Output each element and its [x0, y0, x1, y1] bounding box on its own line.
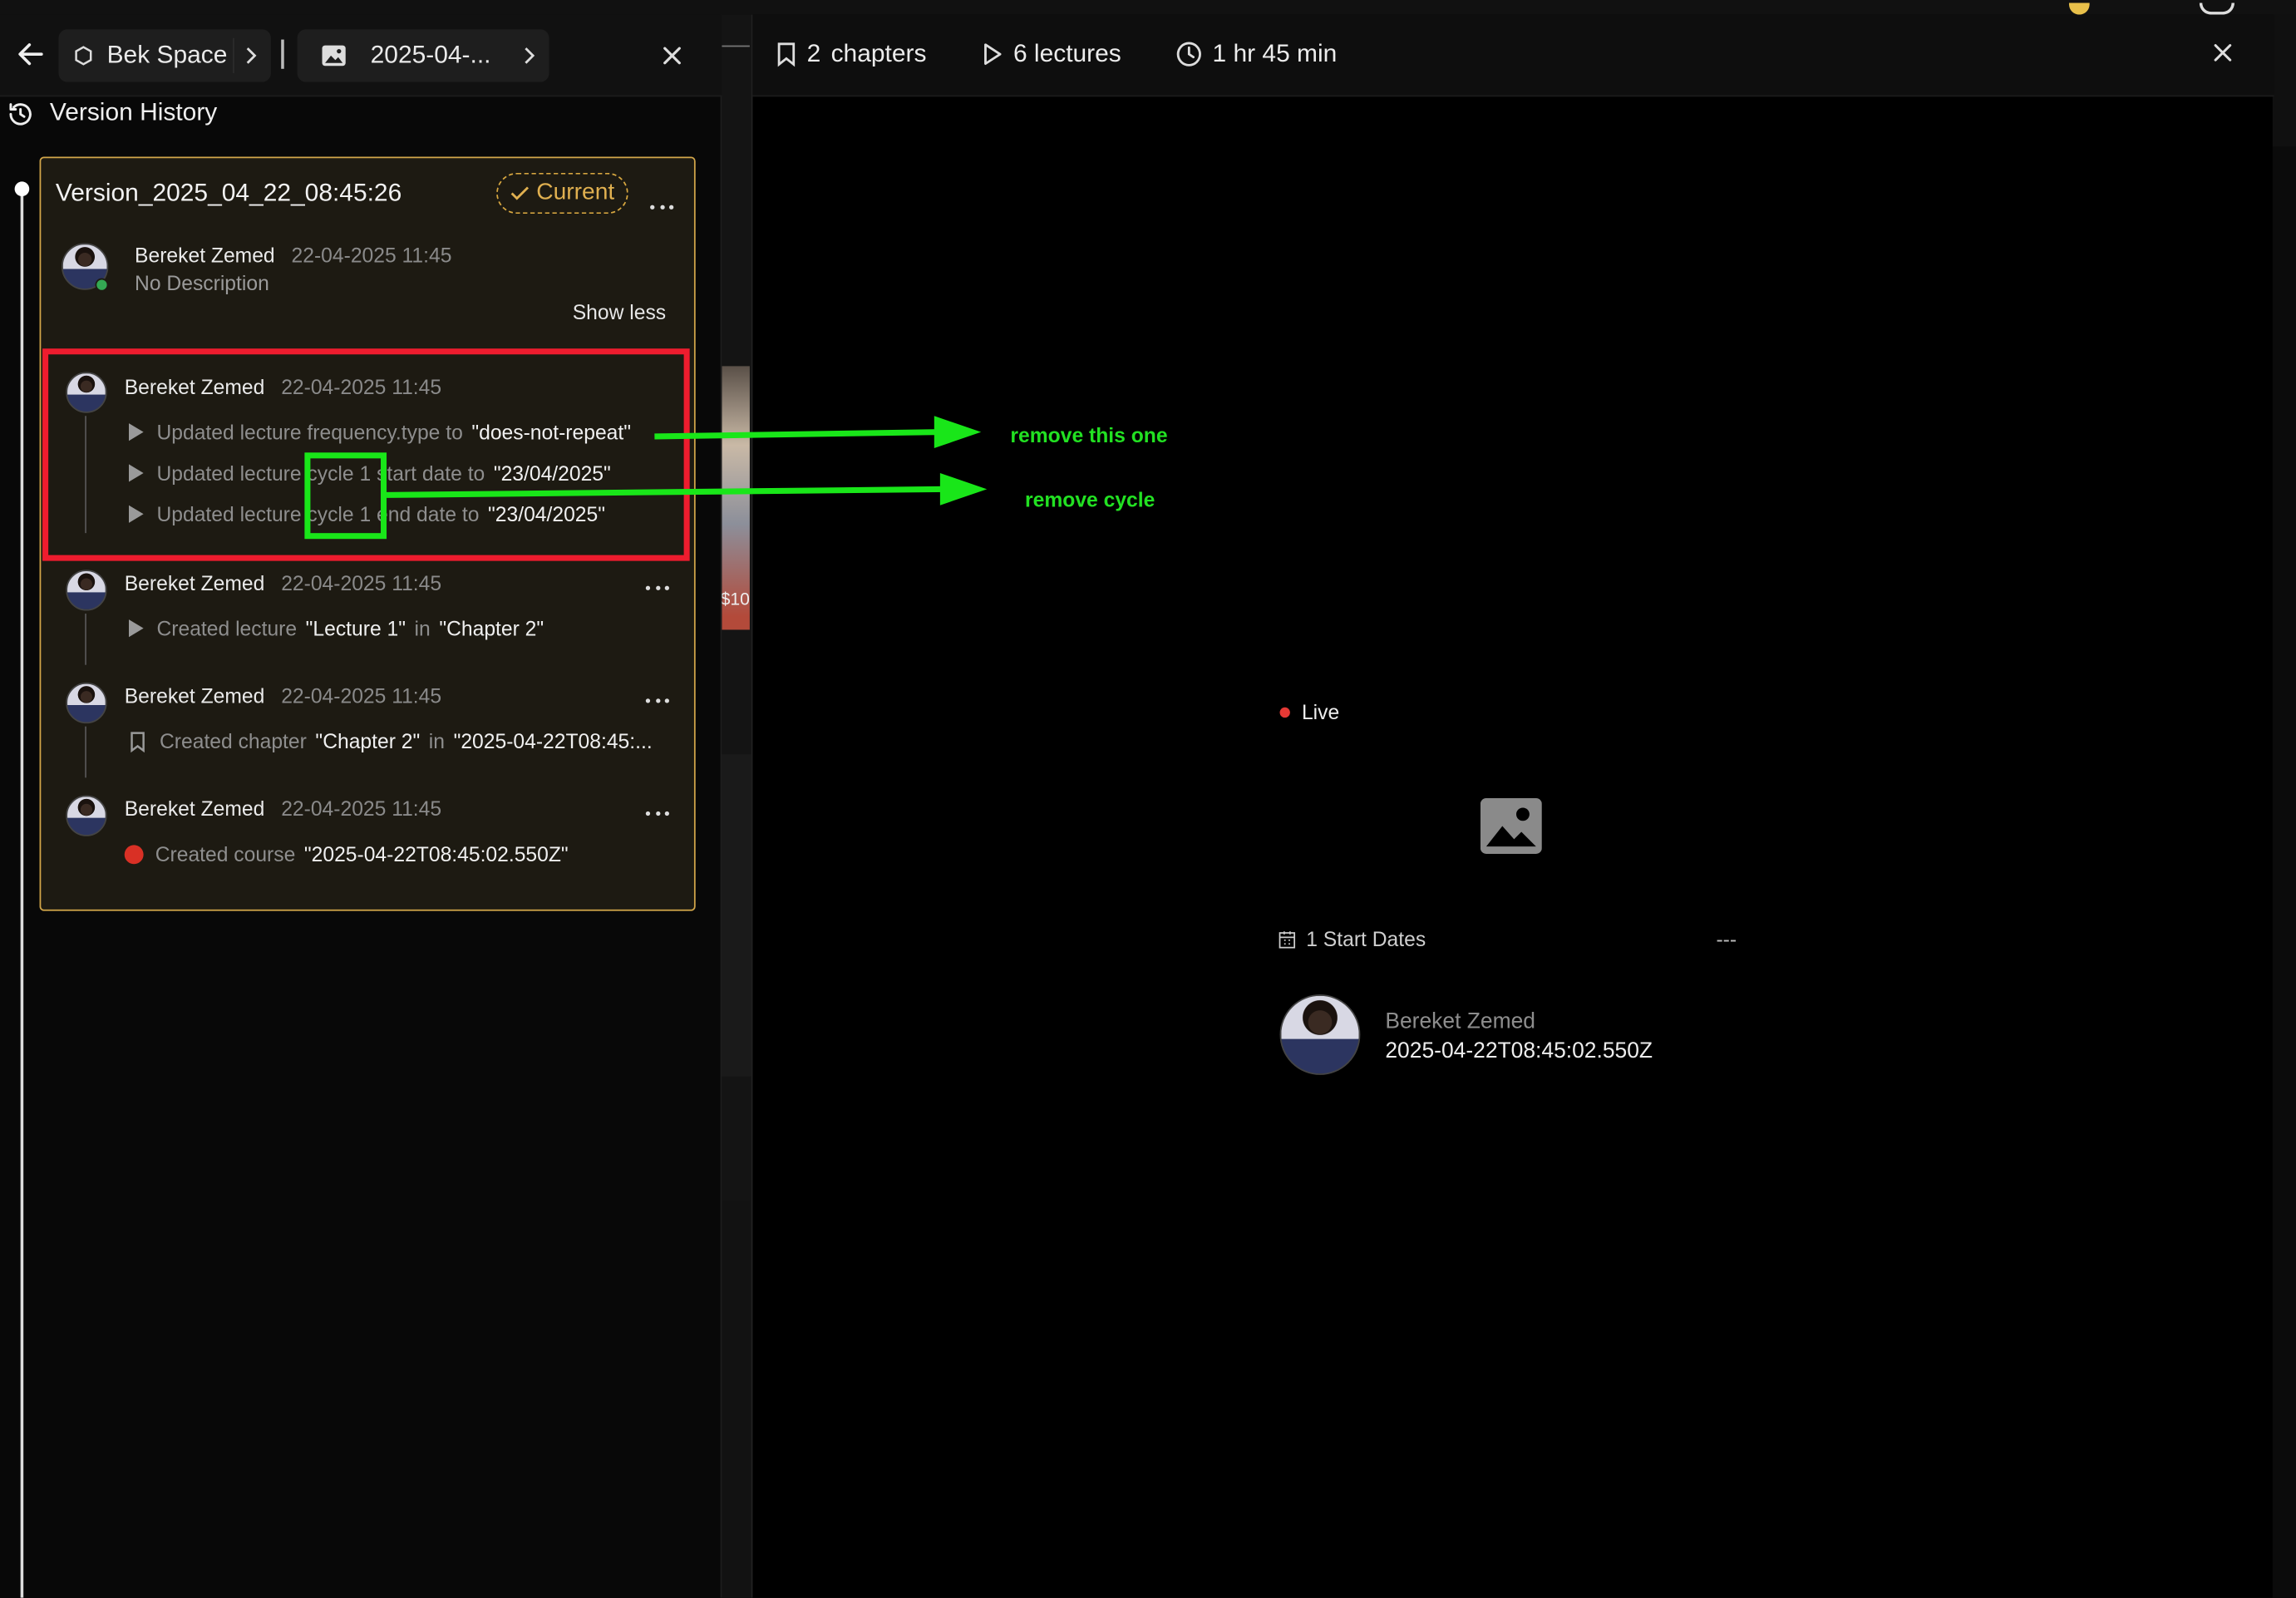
duration-stat: 1 hr 45 min: [1175, 40, 1337, 69]
entry-author: Bereket Zemed: [124, 797, 265, 821]
more-options-icon[interactable]: [645, 696, 669, 705]
course-color-icon: [124, 844, 144, 864]
entry-author: Bereket Zemed: [124, 570, 265, 595]
live-label: Live: [1301, 699, 1340, 724]
start-dates-label: 1 Start Dates: [1306, 927, 1426, 951]
course-author: Bereket Zemed: [1385, 1009, 1535, 1034]
entry-date: 22-04-2025 11:45: [281, 570, 442, 595]
change-item[interactable]: Created chapter "Chapter 2" in "2025-04-…: [129, 729, 653, 752]
duration-label: 1 hr 45 min: [1212, 39, 1338, 68]
live-dot-icon: [1279, 706, 1290, 718]
play-icon: [129, 619, 144, 638]
course-created: 2025-04-22T08:45:02.550Z: [1385, 1038, 1653, 1063]
close-icon[interactable]: [659, 42, 686, 69]
change-value: "Chapter 2": [315, 729, 421, 753]
breadcrumb-space[interactable]: Bek Space: [58, 29, 271, 82]
avatar: [66, 682, 107, 724]
entry-date: 22-04-2025 11:45: [281, 683, 442, 708]
timeline-line: [20, 190, 24, 1598]
bookmark-icon: [131, 731, 145, 752]
change-text: Created chapter: [160, 729, 307, 753]
entry-connector: [85, 726, 86, 778]
background-edge: [2272, 14, 2296, 147]
arrow-left-icon[interactable]: [15, 38, 47, 71]
start-dates-info: 1 Start Dates: [1279, 927, 1426, 950]
entry-connector: [85, 614, 86, 665]
breadcrumb-separator: [281, 39, 284, 69]
play-icon: [984, 43, 1002, 66]
version-description: No Description: [135, 270, 269, 295]
current-badge: Current: [496, 172, 628, 215]
change-item[interactable]: Created course "2025-04-22T08:45:02.550Z…: [124, 841, 569, 866]
breadcrumb-course-label: 2025-04-...: [370, 41, 491, 69]
change-value: "2025-04-22T08:45:02.550Z": [303, 841, 569, 866]
show-less-button[interactable]: Show less: [573, 300, 666, 323]
version-author: Bereket Zemed: [135, 243, 275, 267]
version-name: Version_2025_04_22_08:45:26: [55, 178, 402, 207]
background-strip: [0, 0, 2296, 15]
screen: $10 Bek Space 2025-04-... Version Histor…: [0, 0, 2296, 1598]
version-history-title: Version History: [49, 98, 218, 126]
current-badge-label: Current: [536, 180, 615, 205]
more-options-icon[interactable]: [650, 202, 674, 211]
background-price: $10: [720, 589, 750, 609]
entry-date: 22-04-2025 11:45: [281, 797, 442, 821]
course-stats-bar: 2 chapters 6 lectures 1 hr 45 min: [752, 14, 2274, 97]
change-text: in: [414, 616, 431, 640]
calendar-icon: [1279, 930, 1296, 948]
annotation-remove-this-one: remove this one: [1010, 423, 1168, 447]
chapters-label: chapters: [830, 39, 927, 68]
background-block: [720, 1201, 753, 1597]
annotation-remove-cycle: remove cycle: [1025, 487, 1155, 511]
breadcrumb-space-label: Bek Space: [106, 41, 228, 69]
close-icon[interactable]: [2211, 41, 2234, 64]
chevron-right-icon[interactable]: [233, 37, 259, 74]
background-block: [720, 754, 753, 1077]
lectures-label: 6 lectures: [1013, 39, 1121, 68]
live-status: Live: [1279, 699, 1340, 724]
image-placeholder-icon: [1480, 798, 1542, 854]
more-options-icon[interactable]: [645, 583, 669, 592]
author-avatar: [1279, 994, 1361, 1075]
version-date: 22-04-2025 11:45: [291, 243, 452, 267]
start-dates-value: ---: [1716, 927, 1737, 951]
more-options-icon[interactable]: [645, 808, 669, 817]
change-text: in: [428, 729, 446, 753]
avatar: [66, 795, 107, 836]
chevron-right-icon[interactable]: [511, 38, 538, 73]
change-item[interactable]: Created lecture "Lecture 1" in "Chapter …: [129, 617, 544, 640]
online-status-icon: [95, 278, 109, 292]
breadcrumb-course[interactable]: 2025-04-...: [297, 29, 549, 82]
divider: [722, 45, 750, 47]
entry-author: Bereket Zemed: [124, 683, 265, 708]
clock-icon: [1176, 42, 1201, 67]
change-text: Created lecture: [156, 616, 298, 640]
chapters-stat: 2 chapters: [776, 39, 927, 69]
bookmark-icon: [777, 42, 796, 67]
annotation-green-highlight: [304, 452, 387, 540]
change-value: "2025-04-22T08:45:...: [453, 729, 653, 753]
avatar: [66, 570, 107, 611]
hexagon-icon: [73, 46, 94, 67]
check-icon: [511, 186, 530, 200]
change-text: Created course: [155, 841, 296, 866]
lectures-stat: 6 lectures: [983, 40, 1121, 69]
timeline-node: [14, 181, 30, 197]
change-value: "Chapter 2": [439, 616, 544, 640]
panel-header: Bek Space 2025-04-...: [0, 14, 722, 97]
change-value: "Lecture 1": [305, 616, 406, 640]
history-icon: [9, 103, 32, 126]
image-icon: [321, 44, 347, 67]
chapters-count: 2: [806, 39, 821, 68]
